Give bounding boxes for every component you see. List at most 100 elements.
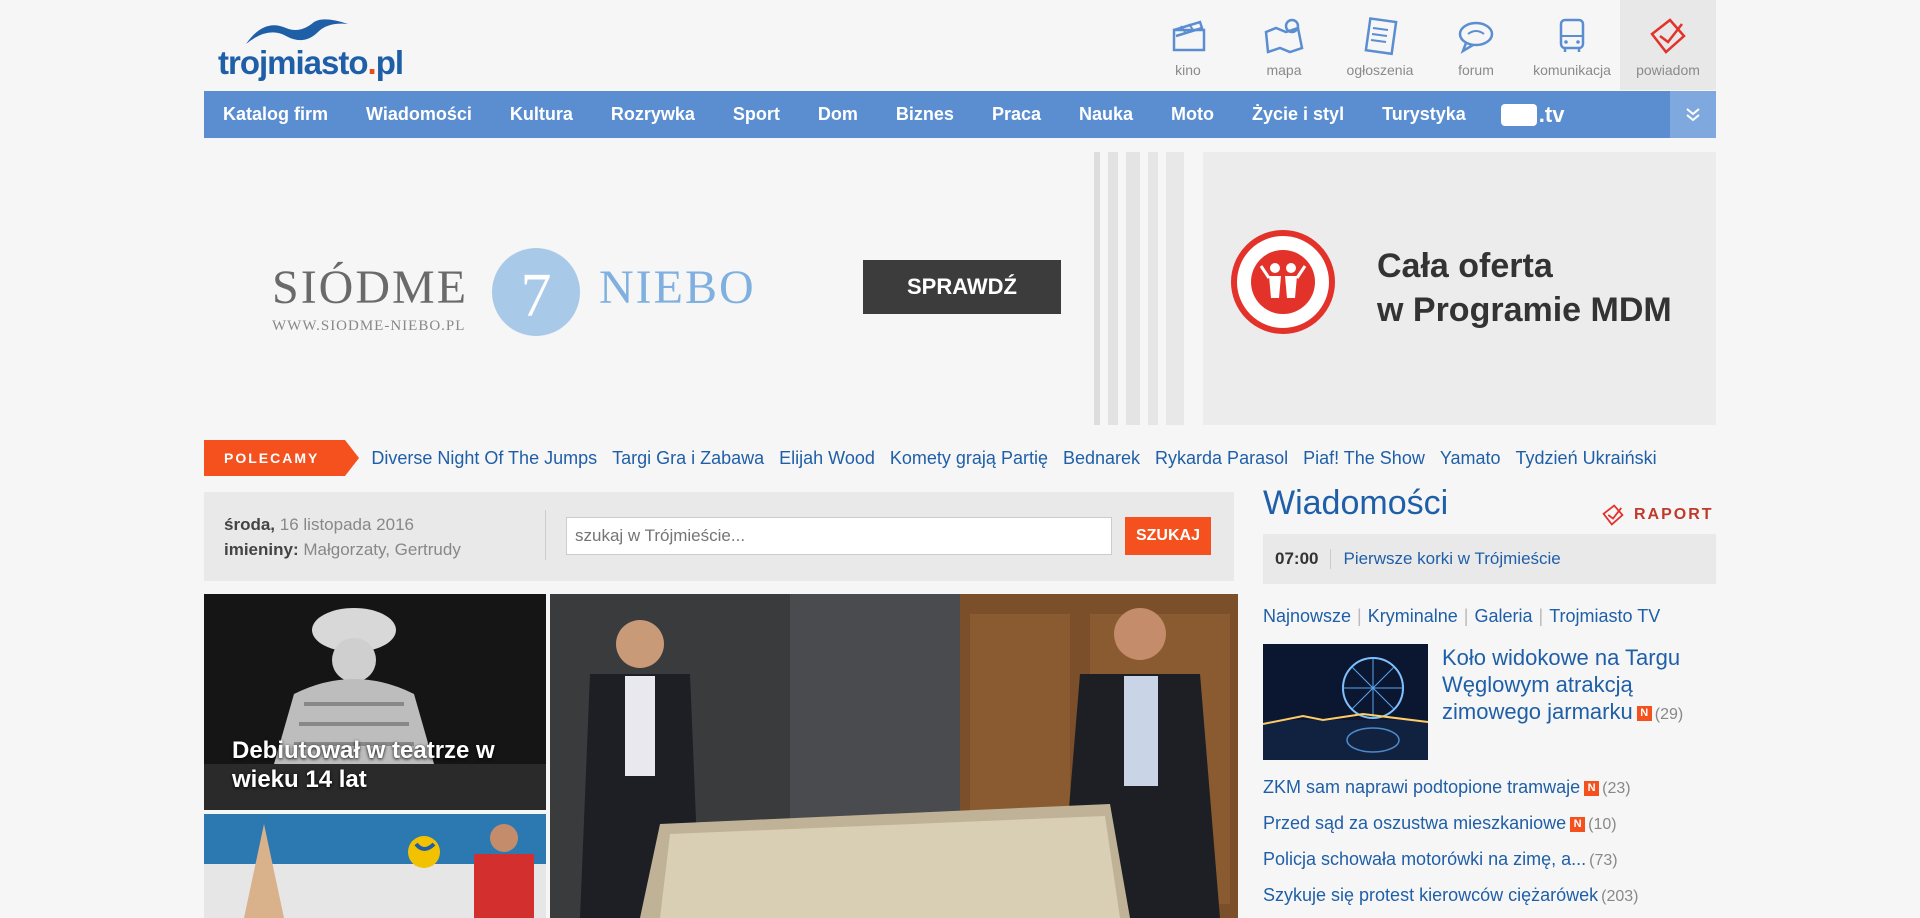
tv-logo-icon — [1500, 103, 1537, 126]
comment-count: (23) — [1602, 780, 1631, 797]
date-search-box: środa, 16 listopada 2016 imieniny: Małgo… — [204, 492, 1234, 581]
news-item[interactable]: Szykuje się protest kierowców ciężarówek… — [1263, 880, 1716, 916]
shortcut-label: forum — [1458, 62, 1494, 78]
recommended-link[interactable]: Tydzień Ukraiński — [1516, 448, 1657, 469]
mdm-badge-icon — [1231, 230, 1335, 334]
comment-count: (203) — [1601, 888, 1639, 905]
nav-tv[interactable]: .tv — [1485, 102, 1581, 128]
featured-news-title[interactable]: Koło widokowe na Targu Węglowym atrakcją… — [1442, 644, 1716, 728]
breaking-news[interactable]: 07:00 Pierwsze korki w Trójmieście — [1263, 534, 1716, 584]
tab-najnowsze[interactable]: Najnowsze — [1263, 606, 1351, 627]
chat-bubbles-icon — [1458, 21, 1494, 54]
recommended-links: Diverse Night Of The Jumps Targi Gra i Z… — [371, 448, 1671, 469]
tab-kryminalne[interactable]: Kryminalne — [1368, 606, 1458, 627]
breaking-time: 07:00 — [1263, 549, 1332, 569]
news-item-title: Szykuje się protest kierowców ciężarówek — [1263, 885, 1599, 905]
shortcut-label: kino — [1175, 62, 1201, 78]
logo-dot: . — [367, 44, 377, 81]
ad-brand-left: SIÓDME WWW.SIODME-NIEBO.PL — [272, 260, 469, 334]
ad-brand-left-text: SIÓDME — [272, 261, 469, 314]
nav-nauka[interactable]: Nauka — [1060, 91, 1152, 138]
news-tabs: Najnowsze | Kryminalne | Galeria | Trojmias… — [1263, 606, 1660, 627]
feature-photo-volleyball[interactable] — [204, 814, 546, 918]
recommended-link[interactable]: Bednarek — [1063, 448, 1140, 469]
page: trojmiasto.pl kino mapa ogłoszenia forum… — [204, 0, 1716, 918]
shortcut-ogloszenia[interactable]: ogłoszenia — [1332, 0, 1428, 90]
recommended-link[interactable]: Rykarda Parasol — [1155, 448, 1288, 469]
feature-photo-theatre[interactable]: Debiutował w teatrze w wieku 14 lat — [204, 594, 546, 810]
shortcut-mapa[interactable]: mapa — [1236, 0, 1332, 90]
news-item-title: Przed sąd za oszustwa mieszkaniowe — [1263, 813, 1567, 833]
news-item-title: Policja schowała motorówki na zimę, a... — [1263, 849, 1587, 869]
recommended-link[interactable]: Yamato — [1440, 448, 1501, 469]
shortcut-komunikacja[interactable]: komunikacja — [1524, 0, 1620, 90]
tab-separator: | — [1538, 606, 1544, 626]
people-icon — [1259, 263, 1307, 298]
new-badge: N — [1636, 705, 1652, 721]
shortcut-label: komunikacja — [1533, 62, 1611, 78]
nav-wiadomosci[interactable]: Wiadomości — [347, 91, 491, 138]
shortcut-forum[interactable]: forum — [1428, 0, 1524, 90]
news-list: ZKM sam naprawi podtopione tramwaje N (23)… — [1263, 772, 1716, 916]
shortcut-kino[interactable]: kino — [1140, 0, 1236, 90]
photo-volleyball-image — [204, 814, 546, 918]
nav-more-button[interactable] — [1670, 91, 1716, 138]
ad-brand-right: NIEBO — [599, 261, 756, 314]
mdm-line1: Cała oferta — [1377, 247, 1553, 285]
recommended-link[interactable]: Diverse Night Of The Jumps — [371, 448, 597, 469]
raport-link[interactable]: RAPORT — [1600, 502, 1714, 528]
feature-photo-title: Debiutował w teatrze w wieku 14 lat — [232, 737, 495, 793]
names-day: Małgorzaty, Gertrudy — [303, 540, 461, 559]
newspaper-icon — [1364, 17, 1398, 56]
recommended-link[interactable]: Komety grają Partię — [890, 448, 1048, 469]
nav-dom[interactable]: Dom — [799, 91, 877, 138]
ferris-wheel-image — [1263, 644, 1428, 760]
recommended-link[interactable]: Elijah Wood — [779, 448, 875, 469]
nav-moto[interactable]: Moto — [1152, 91, 1233, 138]
shortcut-label: powiadom — [1636, 62, 1700, 78]
ad-banner-siodme-niebo[interactable]: SIÓDME WWW.SIODME-NIEBO.PL 7 NIEBO SPRAW… — [204, 152, 1094, 425]
notify-icon — [1602, 504, 1624, 526]
news-item[interactable]: ZKM sam naprawi podtopione tramwaje N (23) — [1263, 772, 1716, 808]
breaking-text[interactable]: Pierwsze korki w Trójmieście — [1331, 549, 1560, 569]
nav-rozrywka[interactable]: Rozrywka — [592, 91, 714, 138]
recommended-link[interactable]: Piaf! The Show — [1303, 448, 1425, 469]
feature-photo-main[interactable] — [550, 594, 1238, 918]
tab-trojmiasto-tv[interactable]: Trojmiasto TV — [1549, 606, 1660, 627]
featured-news-image[interactable] — [1263, 644, 1428, 760]
site-logo[interactable]: trojmiasto.pl — [218, 14, 438, 84]
map-icon — [1264, 18, 1304, 54]
mdm-headline: Cała oferta w Programie MDM — [1377, 244, 1672, 332]
divider — [545, 510, 546, 560]
nav-biznes[interactable]: Biznes — [877, 91, 973, 138]
recommended-link[interactable]: Targi Gra i Zabawa — [612, 448, 764, 469]
nav-turystyka[interactable]: Turystyka — [1363, 91, 1485, 138]
new-badge: N — [1584, 780, 1600, 796]
tab-galeria[interactable]: Galeria — [1474, 606, 1532, 627]
bus-icon — [1559, 18, 1585, 52]
search-button[interactable]: SZUKAJ — [1125, 517, 1211, 555]
new-badge: N — [1570, 816, 1586, 832]
ad-banner-mdm[interactable]: Cała oferta w Programie MDM — [1203, 152, 1716, 425]
date-info: środa, 16 listopada 2016 imieniny: Małgo… — [224, 512, 461, 562]
comment-count: (10) — [1588, 816, 1617, 833]
search-input[interactable] — [566, 517, 1112, 555]
nav-kultura[interactable]: Kultura — [491, 91, 592, 138]
nav-sport[interactable]: Sport — [714, 91, 799, 138]
date: 16 listopada 2016 — [279, 515, 414, 534]
ad-sprawdz-button[interactable]: SPRAWDŹ — [863, 260, 1061, 314]
news-item[interactable]: Przed sąd za oszustwa mieszkaniowe N (10) — [1263, 808, 1716, 844]
comment-count: (29) — [1654, 706, 1684, 723]
nav-katalog-firm[interactable]: Katalog firm — [204, 91, 347, 138]
news-item[interactable]: Policja schowała motorówki na zimę, a...… — [1263, 844, 1716, 880]
nav-tv-label: .tv — [1538, 101, 1565, 127]
ad-seven-circle: 7 — [492, 248, 580, 336]
nav-zycie-i-styl[interactable]: Życie i styl — [1233, 91, 1363, 138]
news-heading[interactable]: Wiadomości — [1263, 484, 1448, 523]
photo-main-image — [550, 594, 1238, 918]
tab-separator: | — [1463, 606, 1469, 626]
nav-praca[interactable]: Praca — [973, 91, 1060, 138]
weekday: środa, — [224, 515, 276, 534]
clapperboard-icon — [1172, 20, 1206, 52]
shortcut-powiadom[interactable]: powiadom — [1620, 0, 1716, 90]
